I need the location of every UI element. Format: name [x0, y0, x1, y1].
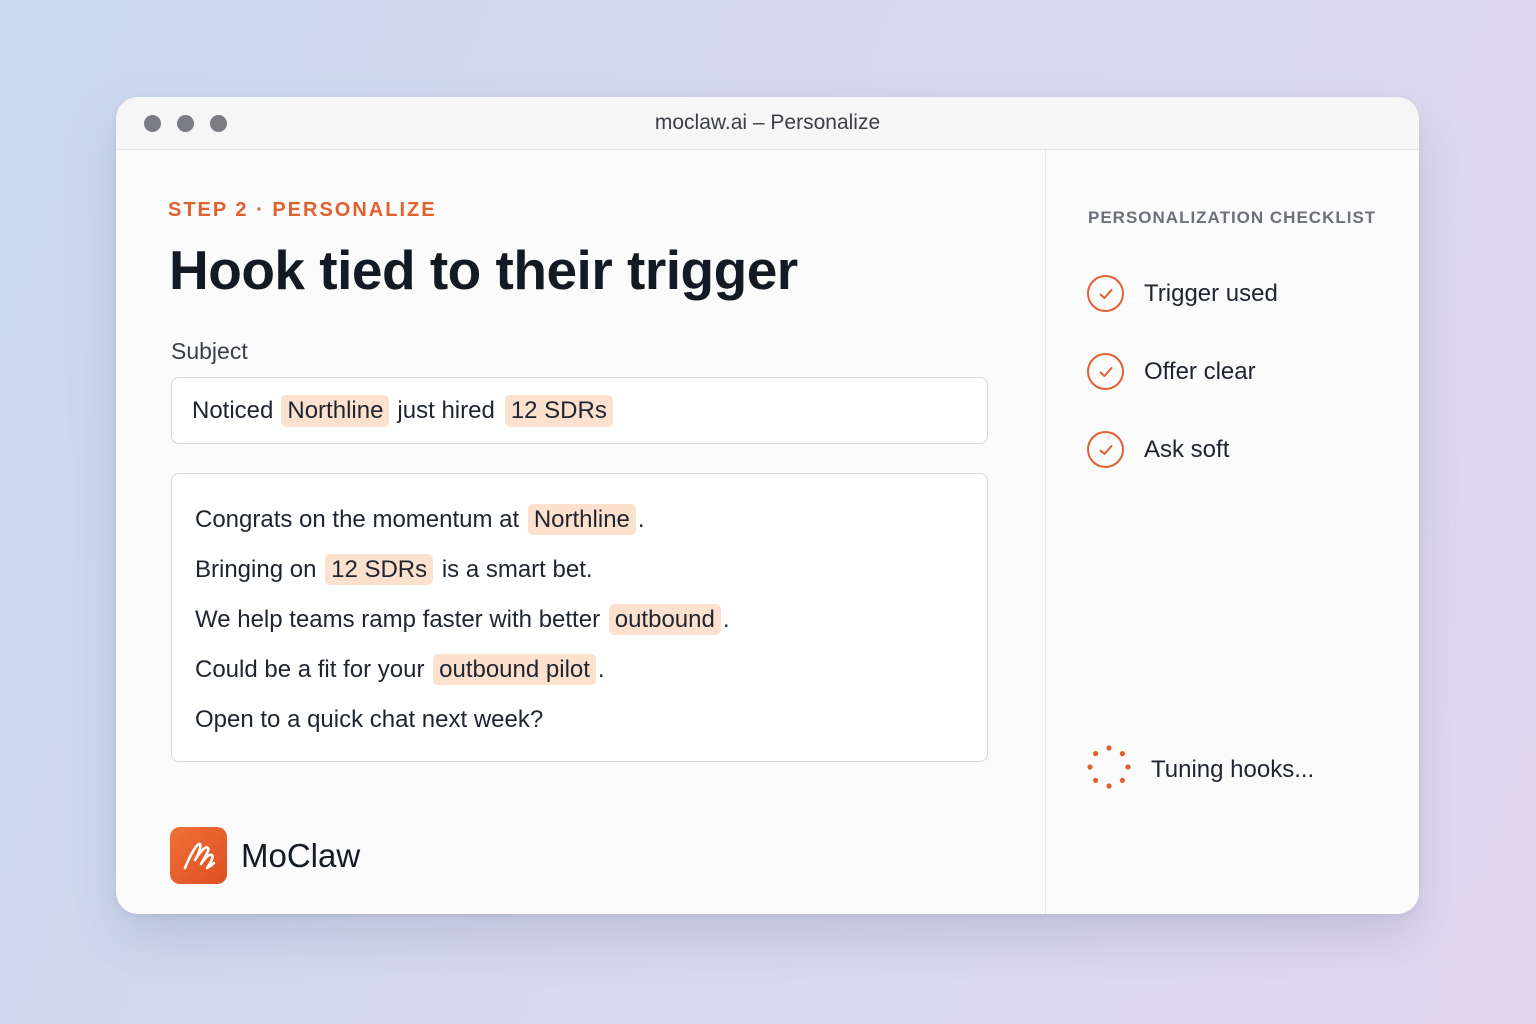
checklist-title: PERSONALIZATION CHECKLIST: [1088, 208, 1377, 227]
personalization-token[interactable]: outbound pilot: [433, 654, 596, 685]
body-line: Bringing on 12 SDRs is a smart bet.: [195, 554, 593, 585]
check-circle-icon: [1087, 353, 1124, 390]
page-title: Hook tied to their trigger: [169, 239, 798, 301]
personalization-token[interactable]: Northline: [527, 504, 636, 535]
email-body-editor[interactable]: Congrats on the momentum at Northline. B…: [171, 473, 988, 762]
spinner-icon: [1087, 745, 1131, 794]
status-label: Tuning hooks...: [1151, 755, 1315, 783]
title-bar: moclaw.ai – Personalize: [116, 97, 1419, 150]
checklist-item-label: Trigger used: [1144, 279, 1278, 307]
subject-input[interactable]: Noticed Northline just hired 12 SDRs: [171, 377, 988, 444]
brand: MoClaw: [170, 827, 360, 884]
check-circle-icon: [1087, 275, 1124, 312]
body-line: Could be a fit for your outbound pilot.: [195, 654, 605, 685]
status-indicator: Tuning hooks...: [1087, 745, 1314, 794]
personalization-token[interactable]: Northline: [281, 394, 390, 427]
body-line: We help teams ramp faster with better ou…: [195, 604, 730, 635]
browser-window: moclaw.ai – Personalize STEP 2 · PERSONA…: [116, 97, 1419, 914]
step-label: STEP 2 · PERSONALIZE: [168, 199, 437, 221]
subject-text: Noticed: [192, 396, 274, 424]
body-line: Congrats on the momentum at Northline.: [195, 504, 645, 535]
main-panel: STEP 2 · PERSONALIZE Hook tied to their …: [116, 150, 1045, 914]
checklist-item-ask-soft[interactable]: Ask soft: [1087, 431, 1229, 468]
personalization-token[interactable]: 12 SDRs: [504, 394, 613, 427]
subject-text: just hired: [397, 396, 495, 424]
checklist-sidebar: PERSONALIZATION CHECKLIST Trigger used O…: [1045, 150, 1419, 914]
checklist-item-trigger-used[interactable]: Trigger used: [1087, 275, 1278, 312]
checklist-item-label: Ask soft: [1144, 435, 1230, 463]
moclaw-logo-icon: [170, 827, 227, 884]
body-line: Open to a quick chat next week?: [195, 706, 544, 733]
check-circle-icon: [1087, 431, 1124, 468]
brand-name: MoClaw: [241, 836, 361, 874]
subject-label: Subject: [171, 338, 248, 364]
checklist-item-label: Offer clear: [1144, 357, 1256, 385]
personalization-token[interactable]: outbound: [608, 604, 721, 635]
checklist-item-offer-clear[interactable]: Offer clear: [1087, 353, 1256, 390]
window-title: moclaw.ai – Personalize: [654, 111, 881, 134]
personalization-token[interactable]: 12 SDRs: [325, 554, 434, 585]
